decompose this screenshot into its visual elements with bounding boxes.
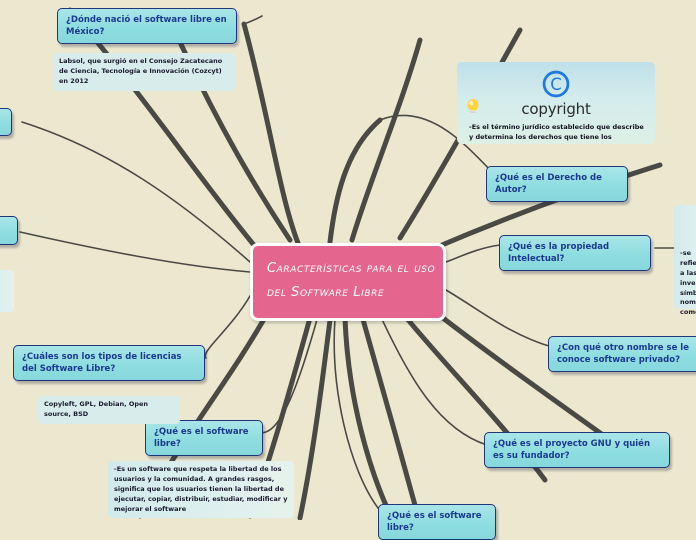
clipped-note-left[interactable] [0,270,14,312]
topic-propiedad-intelectual[interactable]: ¿Qué es la propiedad Intelectual? [499,235,651,272]
topic-software-libre-label: ¿Qué es el software libre? [154,427,249,450]
topic-software-libre-bottom-label: ¿Qué es el software libre? [387,511,482,534]
lightbulb-icon [466,98,480,116]
note-origen-mexico[interactable]: Labsol, que surgió en el Consejo Zacatec… [53,53,235,91]
note-propiedad-intelectual[interactable]: -se refiere a las invenciones, símbolos,… [674,205,696,316]
topic-derecho-autor[interactable]: ¿Qué es el Derecho de Autor? [486,166,628,203]
copyright-image-card[interactable]: C copyright -Es el término jurídico esta… [457,62,655,144]
topic-proyecto-gnu-label: ¿Qué es el proyecto GNU y quién es su fu… [493,439,650,462]
topic-tipos-licencias[interactable]: ¿Cuáles son los tipos de licencias del S… [13,345,205,382]
root-node[interactable]: Características para el uso del Software… [250,243,446,322]
topic-software-libre-bottom[interactable]: ¿Qué es el software libre? [378,504,496,540]
note-origen-mexico-text: Labsol, que surgió en el Consejo Zacatec… [59,57,223,85]
note-software-libre-text: -Es un software que respeta la libertad … [114,465,288,513]
svg-text:C: C [550,75,562,94]
note-tipos-licencias-text: Copyleft, GPL, Debian, Open source, BSD [44,400,149,418]
topic-software-privado-label: ¿Con qué otro nombre se le conoce softwa… [557,343,689,366]
clipped-node-left-mid[interactable] [0,216,18,245]
topic-origen-mexico-label: ¿Dónde nació el software libre en México… [66,15,227,38]
topic-software-privado[interactable]: ¿Con qué otro nombre se le conoce softwa… [548,336,696,373]
topic-tipos-licencias-label: ¿Cuáles son los tipos de licencias del S… [22,352,182,375]
root-line-2: del Software Libre [267,285,385,301]
copyright-logo: C copyright [457,62,655,118]
topic-origen-mexico[interactable]: ¿Dónde nació el software libre en México… [57,8,237,45]
note-tipos-licencias[interactable]: Copyleft, GPL, Debian, Open source, BSD [38,396,180,424]
root-line-1: Características para el uso [267,261,436,276]
copyright-caption: -Es el término jurídico establecido que … [469,123,644,144]
topic-proyecto-gnu[interactable]: ¿Qué es el proyecto GNU y quién es su fu… [484,432,670,469]
clipped-node-left-top[interactable] [0,108,12,136]
topic-software-libre[interactable]: ¿Qué es el software libre? [145,420,263,457]
note-propiedad-intelectual-text: -se refiere a las invenciones, símbolos,… [680,249,696,317]
topic-derecho-autor-label: ¿Qué es el Derecho de Autor? [495,173,602,196]
mindmap-canvas[interactable]: ¿Dónde nació el software libre en México… [0,0,696,540]
copyright-word: copyright [521,100,591,118]
topic-propiedad-intelectual-label: ¿Qué es la propiedad Intelectual? [508,242,610,265]
note-software-libre[interactable]: -Es un software que respeta la libertad … [108,461,294,519]
